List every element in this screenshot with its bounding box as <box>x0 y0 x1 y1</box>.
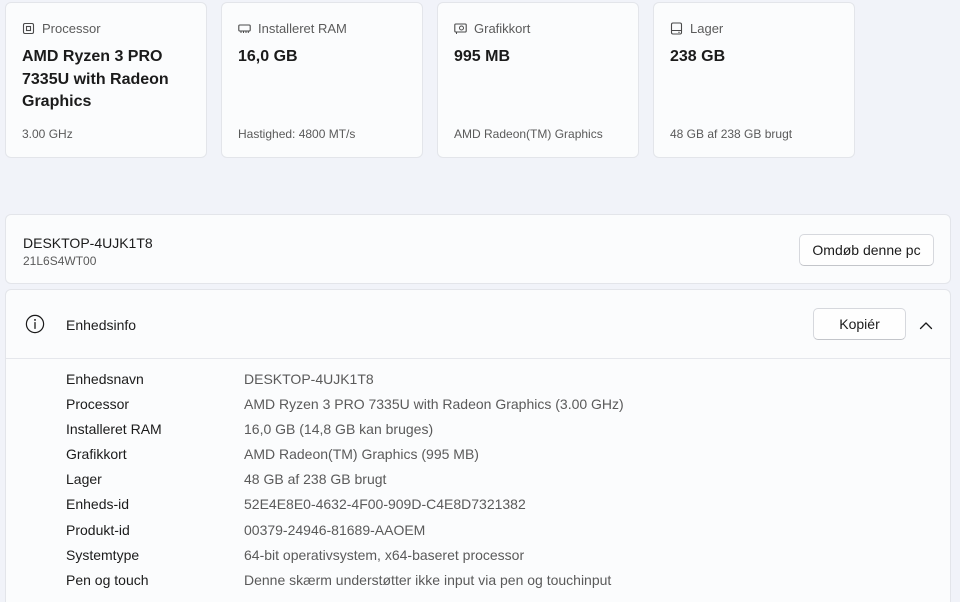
storage-card: Lager 238 GB 48 GB af 238 GB brugt <box>653 2 855 158</box>
card-label: Lager <box>690 20 724 36</box>
device-name: DESKTOP-4UJK1T8 <box>23 235 153 251</box>
card-subtext: 3.00 GHz <box>22 127 73 141</box>
spec-label: Grafikkort <box>66 446 127 463</box>
spec-value: 52E4E8E0-4632-4F00-909D-C4E8D7321382 <box>244 496 526 513</box>
spec-row: Lager 48 GB af 238 GB brugt <box>6 470 950 495</box>
card-value: AMD Ryzen 3 PRO 7335U with Radeon Graphi… <box>22 48 169 110</box>
spec-row: Enheds-id 52E4E8E0-4632-4F00-909D-C4E8D7… <box>6 495 950 520</box>
spec-row: Pen og touch Denne skærm understøtter ik… <box>6 571 950 596</box>
processor-card: Processor AMD Ryzen 3 PRO 7335U with Rad… <box>5 2 207 158</box>
card-value: 16,0 GB <box>238 48 298 65</box>
graphics-card: Grafikkort 995 MB AMD Radeon(TM) Graphic… <box>437 2 639 158</box>
spec-value: AMD Radeon(TM) Graphics (995 MB) <box>244 446 479 463</box>
spec-row: Produkt-id 00379-24946-81689-AAOEM <box>6 521 950 546</box>
spec-label: Enhedsnavn <box>66 371 144 387</box>
card-value: 995 MB <box>454 48 511 65</box>
device-model: 21L6S4WT00 <box>23 254 97 268</box>
spec-label: Processor <box>66 396 130 413</box>
spec-row: Enhedsnavn DESKTOP-4UJK1T8 <box>6 370 950 395</box>
spec-row: Processor AMD Ryzen 3 PRO 7335U with Rad… <box>6 395 950 420</box>
device-info-panel: Enhedsinfo Kopiér Enhedsnavn DESKTOP-4UJ… <box>5 289 951 602</box>
card-subtext: AMD Radeon(TM) Graphics <box>454 127 603 141</box>
spec-value: 00379-24946-81689-AAOEM <box>244 521 426 538</box>
info-icon <box>25 314 45 334</box>
card-subtext: 48 GB af 238 GB brugt <box>670 127 793 141</box>
spec-value: Denne skærm understøtter ikke input via … <box>244 571 612 588</box>
card-label: Grafikkort <box>474 20 531 36</box>
spec-value: DESKTOP-4UJK1T8 <box>244 371 374 387</box>
spec-value: 48 GB af 238 GB brugt <box>244 471 387 488</box>
spec-label: Systemtype <box>66 546 140 563</box>
copy-button[interactable]: Kopiér <box>813 308 906 340</box>
spec-label: Pen og touch <box>66 571 149 588</box>
ram-card: Installeret RAM 16,0 GB Hastighed: 4800 … <box>221 2 423 158</box>
device-name-panel: DESKTOP-4UJK1T8 21L6S4WT00 Omdøb denne p… <box>5 214 951 284</box>
rename-pc-button[interactable]: Omdøb denne pc <box>799 234 934 266</box>
spec-label: Lager <box>66 471 102 488</box>
spec-label: Installeret RAM <box>66 421 162 438</box>
spec-value: 64-bit operativsystem, x64-baseret proce… <box>244 546 525 563</box>
card-label: Processor <box>42 20 101 36</box>
storage-icon <box>670 21 683 35</box>
device-info-title: Enhedsinfo <box>66 317 137 333</box>
spec-row: Systemtype 64-bit operativsystem, x64-ba… <box>6 546 950 571</box>
graphics-card-icon <box>454 22 467 35</box>
chevron-up-icon[interactable] <box>915 314 937 336</box>
spec-value: 16,0 GB (14,8 GB kan bruges) <box>244 421 434 438</box>
card-subtext: Hastighed: 4800 MT/s <box>238 127 356 141</box>
ram-icon <box>238 22 251 35</box>
card-label: Installeret RAM <box>258 20 347 36</box>
spec-row: Grafikkort AMD Radeon(TM) Graphics (995 … <box>6 445 950 470</box>
spec-label: Produkt-id <box>66 521 130 538</box>
spec-label: Enheds-id <box>66 496 130 513</box>
card-value: 238 GB <box>670 48 726 65</box>
device-spec-list: Enhedsnavn DESKTOP-4UJK1T8 Processor AMD… <box>6 370 950 596</box>
spec-value: AMD Ryzen 3 PRO 7335U with Radeon Graphi… <box>244 396 624 413</box>
device-info-header[interactable]: Enhedsinfo Kopiér <box>6 290 950 359</box>
processor-icon <box>22 22 35 35</box>
spec-row: Installeret RAM 16,0 GB (14,8 GB kan bru… <box>6 420 950 445</box>
